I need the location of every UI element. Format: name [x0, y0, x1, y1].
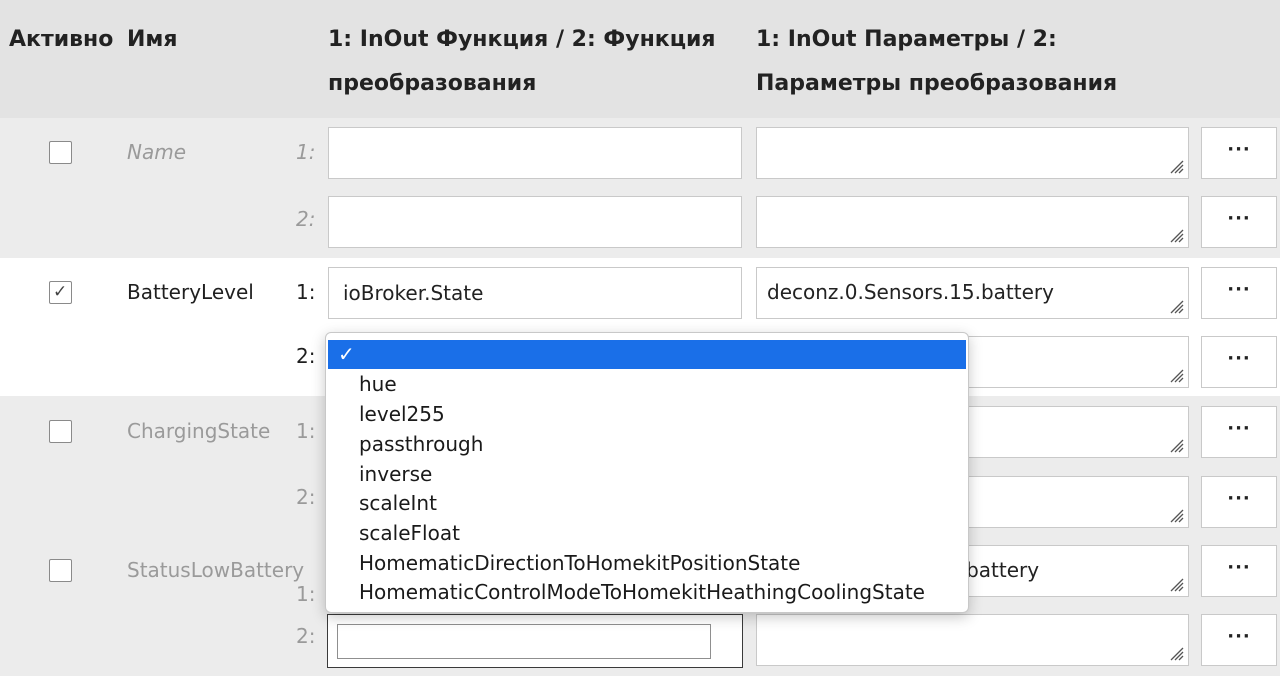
dropdown-option[interactable]: HomematicDirectionToHomekitPositionState: [359, 548, 800, 578]
conversion-function-select[interactable]: [327, 614, 743, 668]
row-name: ChargingState: [127, 419, 271, 443]
conversion-params-textarea[interactable]: [756, 614, 1189, 666]
row-label-2: 2:: [296, 624, 316, 648]
params-text: deconz.0.Sensors.15.battery: [767, 280, 1054, 304]
function-input[interactable]: ioBroker.State: [328, 267, 742, 319]
row-label-1: 1:: [296, 419, 316, 443]
resize-grip-icon[interactable]: [1166, 505, 1184, 523]
resize-grip-icon[interactable]: [1166, 574, 1184, 592]
row-name: StatusLowBattery: [127, 558, 305, 582]
checkmark-icon: ✓: [53, 282, 68, 302]
dropdown-option[interactable]: inverse: [359, 459, 432, 489]
more-button[interactable]: ···: [1201, 127, 1277, 179]
resize-grip-icon[interactable]: [1166, 365, 1184, 383]
dropdown-option-empty-selected[interactable]: ✓: [328, 340, 966, 369]
row-label-1: 1:: [296, 280, 316, 304]
column-header-active: Активно: [9, 27, 114, 52]
active-checkbox[interactable]: ✓: [49, 281, 72, 304]
column-header-function-line2: преобразования: [328, 71, 537, 96]
resize-grip-icon[interactable]: [1166, 643, 1184, 661]
dropdown-option[interactable]: HomematicControlModeToHomekitHeathingCoo…: [359, 577, 925, 607]
more-button[interactable]: ···: [1201, 336, 1277, 388]
more-button[interactable]: ···: [1201, 406, 1277, 458]
function-input[interactable]: [328, 127, 742, 179]
resize-grip-icon[interactable]: [1166, 156, 1184, 174]
row-label-2: 2:: [296, 207, 316, 231]
row-label-1: 1:: [296, 582, 316, 606]
dropdown-option[interactable]: hue: [359, 369, 397, 399]
dropdown-option[interactable]: scaleFloat: [359, 518, 460, 548]
column-header-name: Имя: [127, 27, 178, 52]
dropdown-option[interactable]: passthrough: [359, 429, 483, 459]
row-label-2: 2:: [296, 344, 316, 368]
more-button[interactable]: ···: [1201, 267, 1277, 319]
more-button[interactable]: ···: [1201, 196, 1277, 248]
row-label-1: 1:: [296, 140, 316, 164]
column-header-function: 1: InOut Функция / 2: Функция: [328, 27, 716, 52]
more-button[interactable]: ···: [1201, 476, 1277, 528]
conversion-params-textarea[interactable]: [756, 196, 1189, 248]
active-checkbox[interactable]: [49, 141, 72, 164]
resize-grip-icon[interactable]: [1166, 435, 1184, 453]
more-button[interactable]: ···: [1201, 614, 1277, 666]
params-textarea[interactable]: deconz.0.Sensors.15.battery: [756, 267, 1189, 319]
column-header-params: 1: InOut Параметры / 2:: [756, 27, 1057, 52]
dropdown-option[interactable]: level255: [359, 399, 445, 429]
function-dropdown-menu: ✓ hue level255 passthrough inverse scale…: [325, 332, 969, 613]
table-header: Активно Имя 1: InOut Функция / 2: Функци…: [0, 0, 1280, 118]
params-textarea[interactable]: [756, 127, 1189, 179]
resize-grip-icon[interactable]: [1166, 225, 1184, 243]
more-button[interactable]: ···: [1201, 545, 1277, 597]
column-header-params-line2: Параметры преобразования: [756, 71, 1118, 96]
conversion-function-input[interactable]: [328, 196, 742, 248]
active-checkbox[interactable]: [49, 420, 72, 443]
select-focus-ring: [337, 624, 711, 659]
row-name: Name: [127, 140, 187, 164]
active-checkbox[interactable]: [49, 559, 72, 582]
row-name: BatteryLevel: [127, 280, 254, 304]
row-label-2: 2:: [296, 485, 316, 509]
dropdown-option[interactable]: scaleInt: [359, 488, 437, 518]
checkmark-icon: ✓: [338, 342, 355, 366]
resize-grip-icon[interactable]: [1166, 296, 1184, 314]
